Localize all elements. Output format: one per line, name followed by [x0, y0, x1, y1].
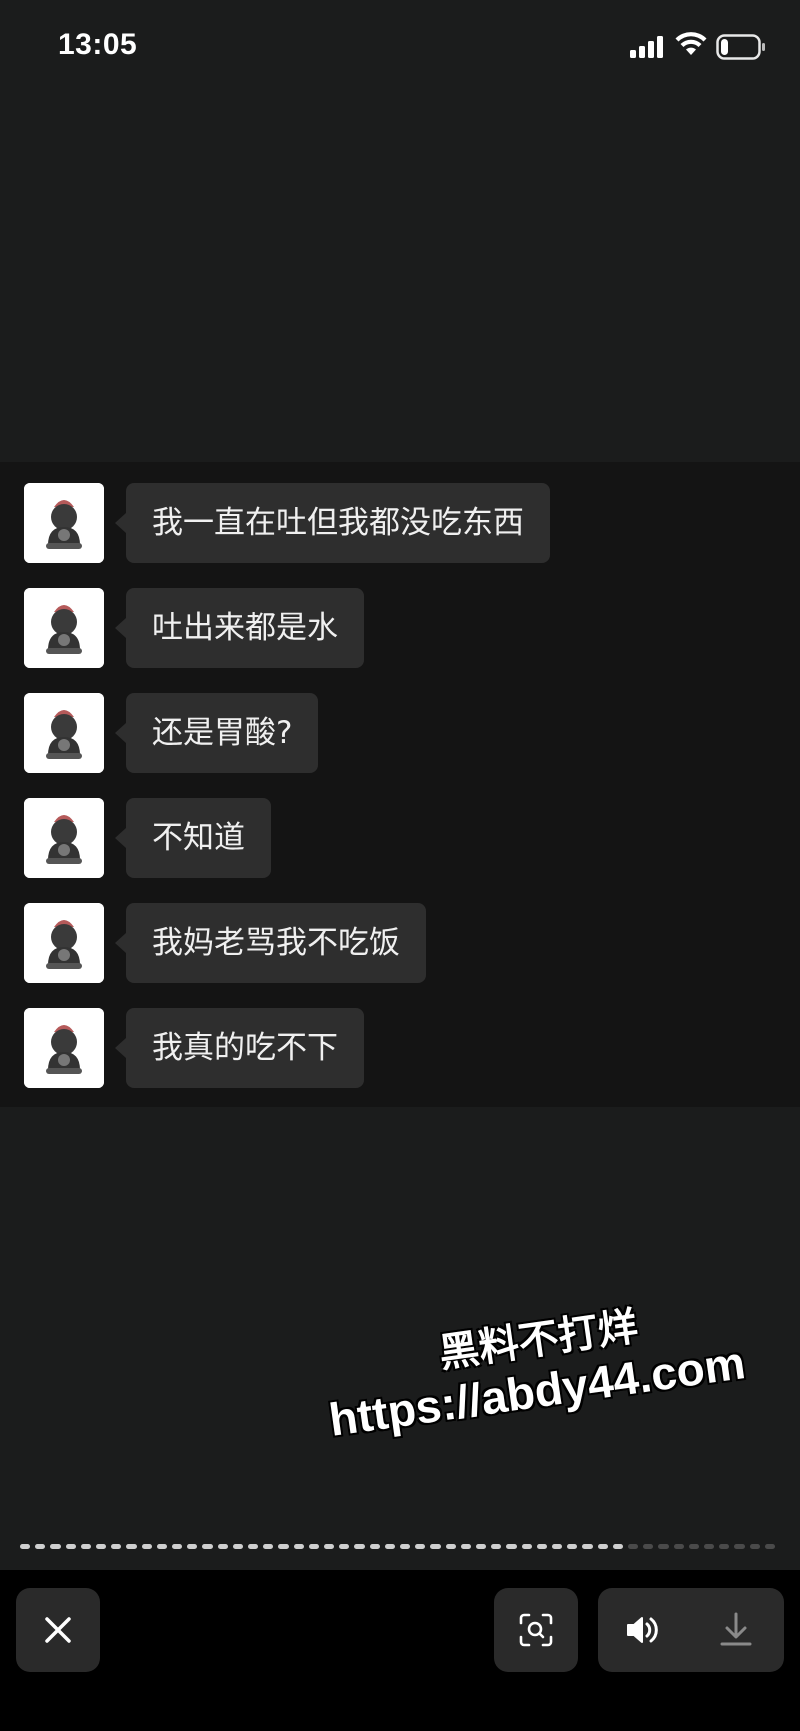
status-time: 13:05	[58, 28, 138, 61]
chat-message: 不知道	[0, 798, 800, 880]
message-bubble: 不知道	[115, 798, 271, 878]
progress-segment	[673, 1544, 684, 1549]
progress-segment	[156, 1544, 167, 1549]
playback-progress-track[interactable]	[20, 1544, 780, 1550]
progress-segment	[369, 1544, 380, 1549]
progress-segment	[308, 1544, 319, 1549]
progress-segment	[400, 1544, 411, 1549]
progress-segment	[612, 1544, 623, 1549]
progress-segment	[293, 1544, 304, 1549]
chat-message: 还是胃酸?	[0, 693, 800, 775]
progress-segment	[749, 1544, 760, 1549]
download-icon	[720, 1612, 752, 1646]
close-icon	[45, 1617, 71, 1643]
progress-segment	[324, 1544, 335, 1549]
progress-segment	[354, 1544, 365, 1549]
avatar-icon-graphic	[24, 483, 104, 563]
progress-segment	[65, 1544, 76, 1549]
progress-segment	[476, 1544, 487, 1549]
cellular-signal-icon	[630, 36, 663, 58]
progress-segment	[80, 1544, 91, 1549]
progress-segment	[506, 1544, 517, 1549]
scan-button[interactable]	[494, 1588, 578, 1672]
progress-segment	[521, 1544, 532, 1549]
progress-segment	[339, 1544, 350, 1549]
close-button[interactable]	[16, 1588, 100, 1672]
progress-segment	[628, 1544, 639, 1549]
progress-segment	[50, 1544, 61, 1549]
progress-segment	[111, 1544, 122, 1549]
avatar-icon	[24, 798, 104, 878]
progress-segment	[141, 1544, 152, 1549]
progress-segment	[232, 1544, 243, 1549]
chat-message: 吐出来都是水	[0, 588, 800, 670]
progress-segment	[445, 1544, 456, 1549]
status-bar: 13:05	[0, 0, 800, 100]
avatar-icon	[24, 1008, 104, 1088]
message-bubble: 我妈老骂我不吃饭	[115, 903, 426, 983]
progress-segment	[688, 1544, 699, 1549]
media-controls	[598, 1588, 784, 1672]
avatar-icon-graphic	[24, 1008, 104, 1088]
progress-segment	[643, 1544, 654, 1549]
progress-segment	[597, 1544, 608, 1549]
progress-segment	[248, 1544, 259, 1549]
progress-segment	[536, 1544, 547, 1549]
chat-message: 我妈老骂我不吃饭	[0, 903, 800, 985]
avatar-icon	[24, 903, 104, 983]
avatar-icon-graphic	[24, 693, 104, 773]
progress-segment	[491, 1544, 502, 1549]
avatar-icon-graphic	[24, 798, 104, 878]
story-viewer-screen: 13:05 我一直在吐但我都没吃东西 吐出来都是水 还是胃酸? 不知道 我妈老骂…	[0, 0, 800, 1731]
progress-segment	[20, 1544, 31, 1549]
progress-segment	[734, 1544, 745, 1549]
message-bubble: 还是胃酸?	[114, 693, 319, 773]
battery-icon	[716, 34, 765, 60]
progress-segment	[172, 1544, 183, 1549]
message-bubble: 我真的吃不下	[115, 1008, 364, 1088]
progress-segment	[187, 1544, 198, 1549]
volume-button[interactable]	[616, 1602, 672, 1658]
watermark: 黑料不打烊 https://abdy44.com	[318, 1277, 776, 1497]
progress-segment	[764, 1544, 775, 1549]
progress-segment	[263, 1544, 274, 1549]
message-bubble: 吐出来都是水	[115, 588, 364, 668]
progress-segment	[217, 1544, 228, 1549]
progress-segment	[552, 1544, 563, 1549]
progress-segment	[582, 1544, 593, 1549]
wifi-icon	[675, 32, 707, 55]
avatar-icon	[24, 588, 104, 668]
progress-segment	[384, 1544, 395, 1549]
progress-segment	[719, 1544, 730, 1549]
avatar-icon	[24, 483, 104, 563]
progress-segment	[96, 1544, 107, 1549]
progress-segment	[460, 1544, 471, 1549]
progress-segment	[704, 1544, 715, 1549]
message-bubble: 我一直在吐但我都没吃东西	[115, 483, 550, 563]
download-button[interactable]	[708, 1602, 764, 1658]
bottom-toolbar	[0, 1570, 800, 1731]
scan-icon	[519, 1613, 553, 1647]
avatar-icon-graphic	[24, 588, 104, 668]
progress-segment	[126, 1544, 137, 1549]
chat-message: 我一直在吐但我都没吃东西	[0, 483, 800, 565]
avatar-icon-graphic	[24, 903, 104, 983]
volume-icon	[627, 1617, 658, 1643]
chat-screenshot: 我一直在吐但我都没吃东西 吐出来都是水 还是胃酸? 不知道 我妈老骂我不吃饭 我…	[0, 462, 800, 1107]
progress-segment	[567, 1544, 578, 1549]
progress-segment	[202, 1544, 213, 1549]
progress-segment	[35, 1544, 46, 1549]
avatar-icon	[24, 693, 104, 773]
chat-message: 我真的吃不下	[0, 1008, 800, 1090]
progress-segment	[415, 1544, 426, 1549]
progress-segment	[430, 1544, 441, 1549]
progress-segment	[658, 1544, 669, 1549]
progress-segment	[278, 1544, 289, 1549]
